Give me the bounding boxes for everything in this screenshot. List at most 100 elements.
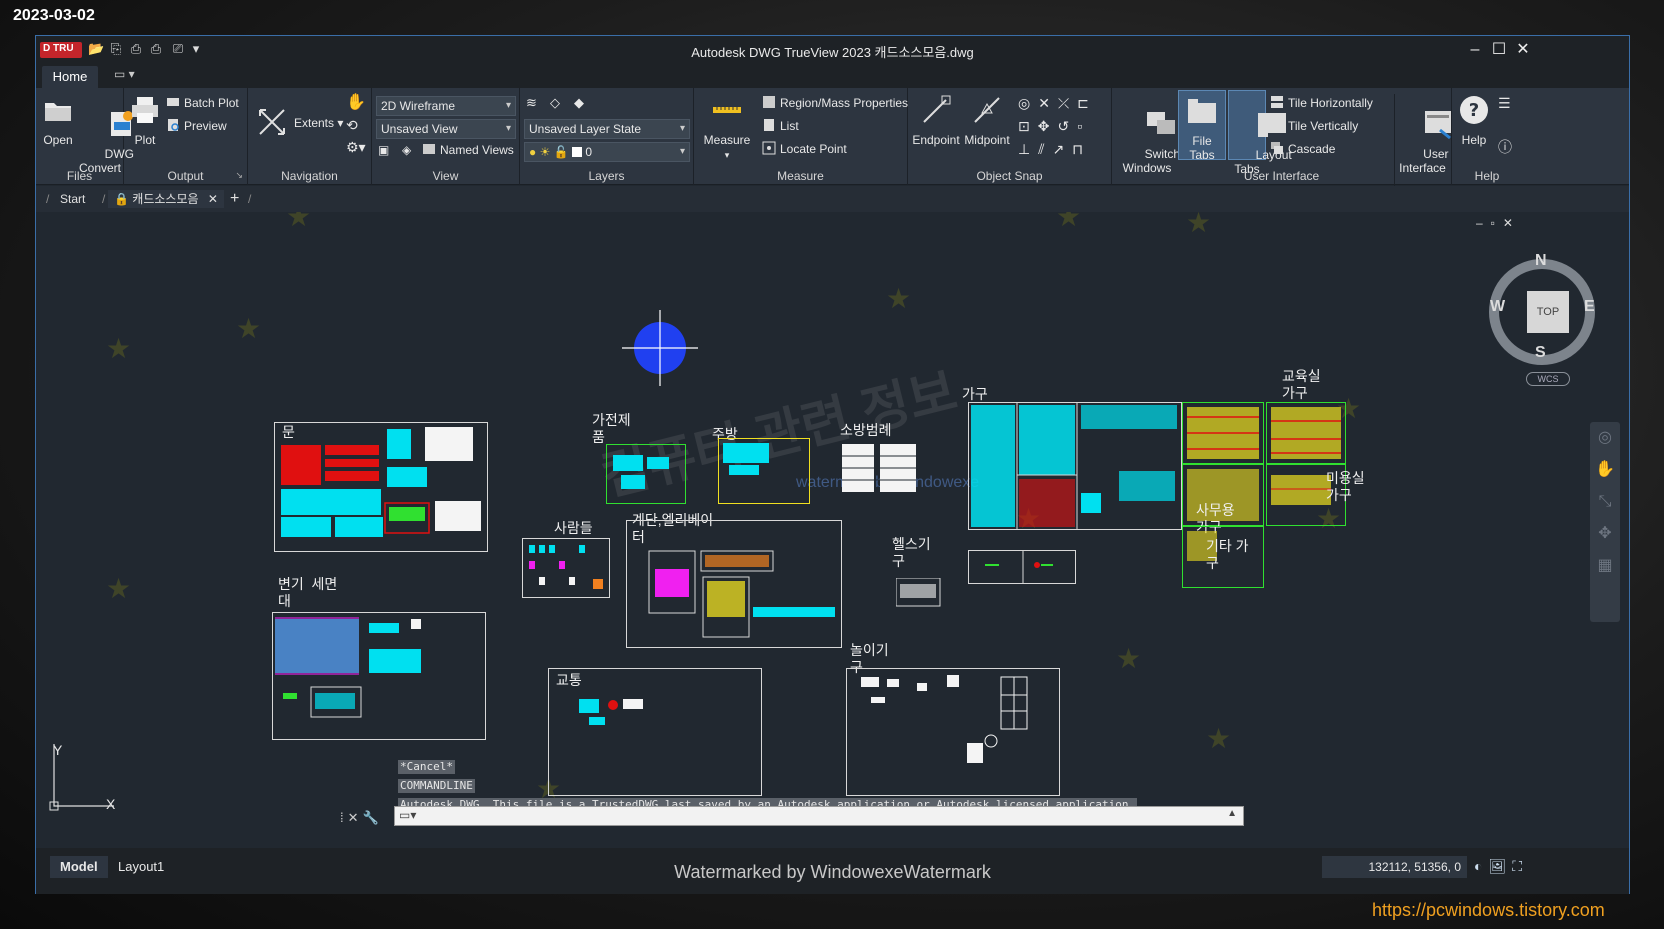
info-icon[interactable]: ⓘ — [1498, 138, 1512, 156]
wcs-menu[interactable]: WCS — [1526, 372, 1570, 386]
block-playground[interactable] — [846, 668, 1060, 796]
block-furniture[interactable] — [968, 402, 1182, 530]
label-beauty: 미용실 가구 — [1326, 470, 1365, 503]
showmotion-nav-icon[interactable]: ▦ — [1590, 550, 1620, 582]
current-layer-dropdown[interactable]: ● ☀ 🔓 0 — [524, 142, 690, 162]
command-history-line: *Cancel* — [398, 760, 455, 774]
command-history-expand-icon[interactable]: ▲ — [1227, 808, 1237, 819]
block-stairs[interactable] — [626, 520, 842, 648]
open-button[interactable]: Open — [40, 94, 76, 147]
workspace-dropdown-icon[interactable]: ▭ ▾ — [114, 67, 135, 81]
layer-properties-icon[interactable]: ≋ — [526, 94, 537, 112]
compass-north[interactable]: N — [1535, 252, 1547, 270]
locate-point-button[interactable]: Locate Point — [762, 140, 847, 158]
orbit-icon[interactable]: ⟲ — [346, 116, 358, 134]
command-history-line: COMMANDLINE — [398, 779, 475, 793]
label-furniture: 가구 — [962, 386, 988, 402]
compass-east[interactable]: E — [1584, 298, 1595, 316]
layer-color-swatch — [571, 147, 582, 157]
close-icon[interactable]: ✕ — [1512, 39, 1534, 61]
panel-user-interface: Switch Windows File Tabs Layout Tabs Til… — [1112, 88, 1452, 189]
zoom-extents-icon — [259, 109, 285, 135]
pan-nav-icon[interactable]: ✋ — [1590, 454, 1620, 486]
drawing-canvas[interactable]: ★ ★ ★ ★ ★ ★ ★ ★ ★ ★ ★ ★ ★ –▫✕ 컴퓨터 관련 정보 … — [36, 212, 1629, 848]
maximize-icon[interactable]: ☐ — [1488, 39, 1510, 61]
gym-drawing — [896, 578, 941, 607]
tab-home[interactable]: Home — [42, 66, 98, 88]
compass-west[interactable]: W — [1490, 298, 1505, 316]
extents-button[interactable]: Extents ▾ — [294, 114, 343, 132]
ucs-y-label: Y — [53, 742, 63, 758]
compass-south[interactable]: S — [1535, 344, 1546, 362]
view-box-icon[interactable]: ▣ — [378, 141, 389, 159]
cascade-icon — [1271, 142, 1283, 154]
layout-tabs-button[interactable]: Layout Tabs — [1228, 90, 1292, 176]
steering-wheel-nav-icon[interactable]: ◎ — [1590, 422, 1620, 454]
tile-vertically-icon — [1271, 119, 1283, 131]
transport-blocks-drawing — [579, 699, 643, 725]
plot-button[interactable]: Plot — [128, 94, 162, 147]
panel-navigation-title: Navigation — [281, 169, 338, 183]
tab-start[interactable]: Start — [60, 190, 85, 208]
layer-on-icon: ● ☀ 🔓 — [529, 145, 569, 159]
help-button[interactable]: ? Help — [1456, 94, 1492, 147]
zoom-extents-nav-icon[interactable]: ⤡ — [1590, 486, 1620, 518]
tile-horizontally-icon — [1271, 96, 1283, 108]
named-view-dropdown[interactable]: Unsaved View — [376, 119, 516, 139]
block-office-top[interactable] — [1182, 402, 1264, 464]
snap-row-2-icons[interactable]: ⊡✥↺▫ — [1018, 117, 1090, 135]
coordinates-readout: 132112, 51356, 0 — [1322, 856, 1467, 878]
block-furniture-small[interactable] — [968, 550, 1076, 584]
tab-close-icon[interactable]: ✕ — [208, 192, 218, 206]
tile-vertically-button[interactable]: Tile Vertically — [1270, 117, 1358, 135]
tab-file[interactable]: 🔒 캐드소스모음 ✕ — [108, 190, 224, 208]
file-tabs-button[interactable]: File Tabs — [1178, 90, 1226, 162]
region-mass-properties-button[interactable]: Region/Mass Properties — [762, 94, 908, 112]
star-decoration: ★ — [106, 573, 132, 604]
layer-state-icon[interactable]: ◇ — [550, 94, 560, 112]
endpoint-snap-button[interactable]: Endpoint — [912, 94, 960, 147]
new-tab-icon[interactable]: + — [230, 190, 239, 208]
commandline-handle-icons[interactable]: ⁞✕🔧 — [340, 810, 383, 826]
panel-view: 2D Wireframe Unsaved View ▣ ◈ Named View… — [372, 88, 520, 185]
orbit-nav-icon[interactable]: ✥ — [1590, 518, 1620, 550]
preview-button[interactable]: Preview — [166, 117, 227, 135]
panel-files-title: Files — [66, 169, 93, 183]
block-classroom[interactable] — [1266, 402, 1346, 464]
snap-row-1-icons[interactable]: ◎✕⤫⊏ — [1018, 94, 1097, 112]
list-button[interactable]: List — [762, 117, 799, 135]
viewcube-top-face[interactable]: TOP — [1527, 291, 1569, 333]
minimize-icon[interactable]: – — [1464, 39, 1486, 61]
named-views-button[interactable]: Named Views — [422, 141, 514, 159]
block-kitchen[interactable] — [718, 438, 810, 504]
user-interface-icon — [1424, 111, 1451, 140]
locate-point-icon — [762, 141, 776, 155]
drawing-window-controls[interactable]: –▫✕ — [1476, 216, 1521, 230]
block-appliance[interactable] — [606, 444, 686, 504]
tile-horizontally-button[interactable]: Tile Horizontally — [1270, 94, 1373, 112]
view-cube-icon[interactable]: ◈ — [402, 141, 411, 159]
lock-icon: 🔒 — [114, 192, 129, 206]
command-line-input[interactable]: ▭▾ ▲ — [394, 806, 1244, 826]
status-tray-icons[interactable]: ◐🖼⛶ — [1474, 858, 1528, 875]
ruler-icon — [713, 107, 741, 113]
pan-icon[interactable]: ✋ — [346, 94, 366, 112]
ucs-x-label: X — [106, 796, 116, 812]
learning-icon[interactable]: ☰ — [1498, 94, 1511, 112]
layer-match-icon[interactable]: ◆ — [574, 94, 584, 112]
svg-text:?: ? — [1469, 100, 1479, 121]
snap-row-3-icons[interactable]: ⊥⫽↗⊓ — [1018, 140, 1091, 158]
block-door[interactable] — [274, 422, 488, 552]
layer-state-dropdown[interactable]: Unsaved Layer State — [524, 119, 690, 139]
block-transport[interactable] — [548, 668, 762, 796]
block-toilet[interactable] — [272, 612, 486, 740]
block-people[interactable] — [522, 538, 610, 598]
cascade-button[interactable]: Cascade — [1270, 140, 1335, 158]
visual-style-dropdown[interactable]: 2D Wireframe — [376, 96, 516, 116]
steering-wheel-icon[interactable]: ⚙▾ — [346, 138, 366, 156]
output-settings-icon[interactable]: ↘ — [235, 170, 243, 181]
midpoint-snap-button[interactable]: Midpoint — [962, 94, 1012, 147]
measure-button[interactable]: Measure ▾ — [700, 94, 754, 162]
blog-url-overlay[interactable]: https://pcwindows.tistory.com — [1372, 900, 1605, 921]
batch-plot-button[interactable]: Batch Plot — [166, 94, 239, 112]
